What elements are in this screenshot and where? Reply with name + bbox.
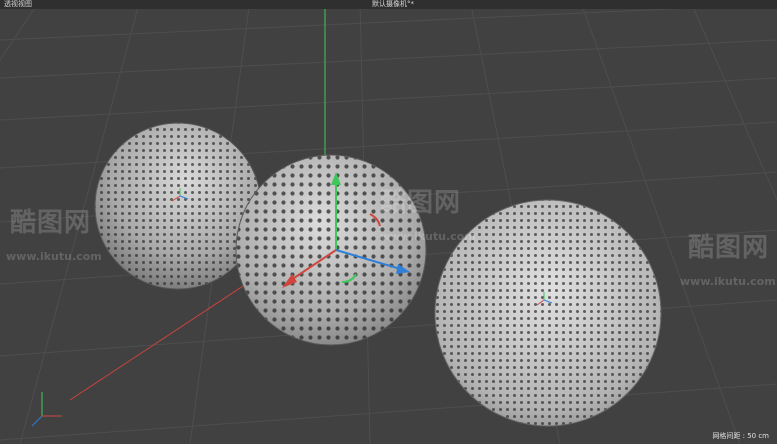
3d-scene[interactable] xyxy=(0,0,777,444)
watermark-brand-left: 酷图网 xyxy=(10,208,92,238)
grid-spacing-label: 网格间距 : 50 cm xyxy=(712,432,769,440)
watermark-url-left: www.ikutu.com xyxy=(6,250,102,263)
watermark-brand-center: 酷图网 xyxy=(380,188,462,218)
watermark-url-right: www.ikutu.com xyxy=(680,275,776,288)
camera-selector[interactable]: 默认摄像机°* xyxy=(372,0,414,9)
perspective-viewport[interactable]: 酷图网 www.ikutu.com 酷图网 www.ikutu.com 酷图网 … xyxy=(0,0,777,444)
viewport-header: 透视视图 默认摄像机°* xyxy=(0,0,777,9)
watermark-url-center: www.ikutu.com xyxy=(380,230,476,243)
watermark-brand-right: 酷图网 xyxy=(688,233,770,263)
view-axis-indicator xyxy=(31,392,62,427)
viewport-title[interactable]: 透视视图 xyxy=(4,0,32,9)
